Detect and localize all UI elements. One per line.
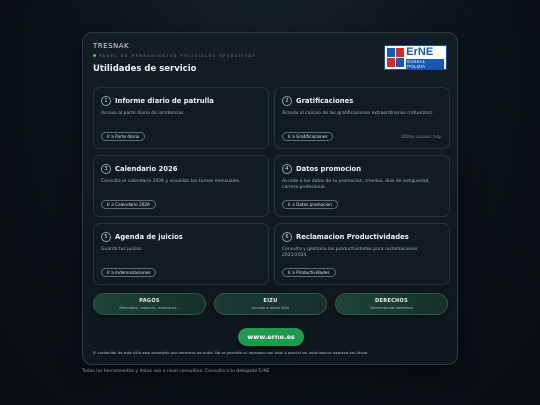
subtitle-text: PANEL DE HERRAMIENTAS POLICIALES OPERATI… — [99, 53, 257, 58]
card-informe-diario: 1 Informe diario de patrulla Acceso al p… — [93, 87, 269, 149]
pill-subtitle: Acceso a panel Eizu — [251, 305, 290, 310]
card-title: Agenda de juicios — [115, 233, 183, 241]
card-number: 3 — [101, 164, 111, 174]
card-title: Calendario 2026 — [115, 165, 178, 173]
card-gratificaciones: 2 Gratificaciones Accede al calculo de l… — [274, 87, 450, 149]
logo-wordmark: ErNE — [406, 45, 434, 58]
card-calendario: 3 Calendario 2026 Consulta el calendario… — [93, 155, 269, 217]
panel-subtitle: PANEL DE HERRAMIENTAS POLICIALES OPERATI… — [93, 53, 256, 58]
card-title: Gratificaciones — [296, 97, 354, 105]
datos-promocion-button[interactable]: Ir a Datos promocion — [282, 200, 338, 209]
copyright-notice: El contenido de este sitio esta protegid… — [93, 350, 369, 355]
pill-title: DERECHOS — [375, 298, 408, 304]
logo-tagline: EUSKAL POLIZIA — [406, 58, 444, 69]
card-description: Consulta y gestiona las productividades … — [282, 247, 418, 258]
card-title: Informe diario de patrulla — [115, 97, 214, 105]
derechos-button[interactable]: DERECHOS Derechos del detenido — [335, 293, 448, 315]
card-datos-promocion: 4 Datos promocion Accede a los datos de … — [274, 155, 450, 217]
gratificaciones-button[interactable]: Ir a Gratificaciones — [282, 132, 334, 141]
main-panel: TRESNAK PANEL DE HERRAMIENTAS POLICIALES… — [82, 32, 458, 365]
erne-logo: ErNE EUSKAL POLIZIA — [384, 45, 447, 70]
pagos-button[interactable]: PAGOS Mercedes, restaurs, montures... — [93, 293, 206, 315]
productividades-button[interactable]: Ir a Productividades — [282, 268, 336, 277]
footnote: Todas las herramientas y datos son a niv… — [82, 369, 270, 374]
card-agenda-juicios: 5 Agenda de juicios Guarda tus juicios I… — [93, 223, 269, 285]
pill-title: EIZU — [263, 298, 278, 304]
pill-subtitle: Derechos del detenido — [370, 305, 413, 310]
card-description: Accede a los datos de tu promocion, trie… — [282, 179, 430, 190]
card-number: 6 — [282, 232, 292, 242]
pill-subtitle: Mercedes, restaurs, montures... — [119, 305, 180, 310]
parte-diario-button[interactable]: Ir a Parte diario — [101, 132, 146, 141]
card-number: 5 — [101, 232, 111, 242]
card-description: Accede al calculo de las gratificaciones… — [282, 111, 434, 116]
card-number: 4 — [282, 164, 292, 174]
card-description: Consulta el calendario 2026 y visualiza … — [101, 179, 241, 184]
brand-label: TRESNAK — [93, 42, 130, 50]
eizu-button[interactable]: EIZU Acceso a panel Eizu — [214, 293, 327, 315]
website-button[interactable]: www.erne.es — [238, 328, 304, 346]
card-number: 2 — [282, 96, 292, 106]
logo-mark-icon — [387, 48, 405, 67]
last-access-label: Ultimo acceso: hoy — [401, 134, 441, 139]
calendario-button[interactable]: Ir a Calendario 2026 — [101, 200, 156, 209]
indemnizaciones-button[interactable]: Ir a Indemnizaciones — [101, 268, 157, 277]
card-title: Datos promocion — [296, 165, 362, 173]
card-description: Guarda tus juicios — [101, 247, 142, 252]
card-reclamacion-productividades: 6 Reclamacion Productividades Consulta y… — [274, 223, 450, 285]
card-number: 1 — [101, 96, 111, 106]
pill-title: PAGOS — [139, 298, 160, 304]
card-title: Reclamacion Productividades — [296, 233, 409, 241]
status-dot-icon — [93, 54, 96, 57]
page-title: Utilidades de servicio — [93, 64, 197, 74]
card-description: Acceso al parte diario de incidencias. — [101, 111, 185, 116]
